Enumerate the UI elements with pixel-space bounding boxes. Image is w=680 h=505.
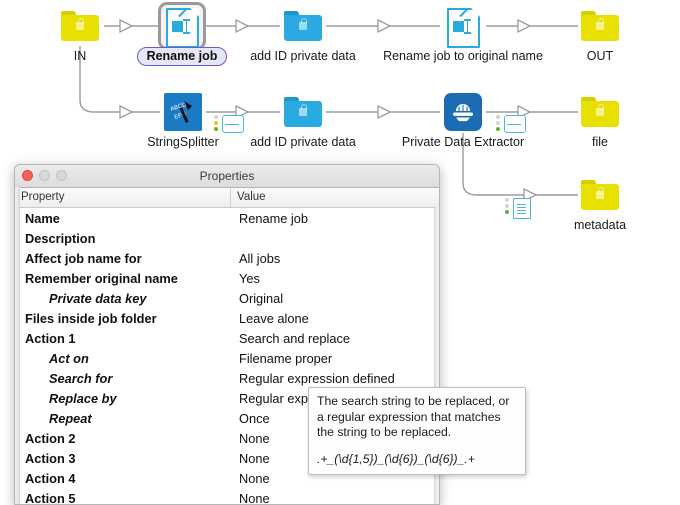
table-header: Property Value [15, 188, 439, 208]
blue-locked-folder-icon [284, 7, 322, 45]
property-value[interactable]: Filename proper [231, 351, 439, 366]
table-row[interactable]: Remember original name Yes [15, 268, 439, 288]
table-row[interactable]: Act on Filename proper [15, 348, 439, 368]
property-name: Files inside job folder [25, 310, 157, 326]
property-value[interactable]: Yes [231, 271, 439, 286]
window-titlebar[interactable]: Properties [15, 165, 439, 188]
page-icon [513, 198, 531, 219]
drive-icon [222, 115, 244, 133]
property-name: Replace by [49, 390, 117, 406]
property-name: Action 2 [25, 430, 76, 446]
property-name: Action 5 [25, 490, 76, 505]
node-label: file [592, 135, 608, 149]
node-label: OUT [586, 49, 614, 63]
tooltip-regex: .+_(\d{1,5})_(\d{6})_(\d{6})_.+ [317, 451, 475, 466]
window-controls[interactable] [22, 170, 67, 181]
property-value[interactable]: Rename job [231, 211, 439, 226]
table-row[interactable]: Description [15, 228, 439, 248]
status-dots [505, 198, 510, 216]
yellow-locked-folder-icon [581, 93, 619, 131]
property-name: Repeat [49, 410, 92, 426]
connector-status-extractor[interactable] [496, 114, 530, 134]
yellow-locked-folder-icon [581, 7, 619, 45]
property-value[interactable]: Regular expression defined [231, 371, 439, 386]
minimize-button[interactable] [39, 170, 50, 181]
maximize-button[interactable] [56, 170, 67, 181]
table-row[interactable]: Affect job name for All jobs [15, 248, 439, 268]
column-header-property[interactable]: Property [15, 188, 231, 207]
private-data-extractor-icon [444, 93, 482, 131]
table-row[interactable]: Files inside job folder Leave alone [15, 308, 439, 328]
property-name: Act on [49, 350, 89, 366]
property-name: Action 3 [25, 450, 76, 466]
table-row[interactable]: Action 1 Search and replace [15, 328, 439, 348]
table-row[interactable]: Private data key Original [15, 288, 439, 308]
property-name: Affect job name for [25, 250, 142, 266]
connector-status-stringsplitter[interactable] [214, 114, 248, 134]
rename-document-icon [163, 7, 201, 48]
stringsplitter-app-icon: ABCD EFG [164, 93, 202, 131]
property-name: Action 1 [25, 330, 76, 346]
property-name: Private data key [49, 290, 147, 306]
table-row[interactable]: Action 5 None [15, 488, 439, 505]
table-row[interactable]: Name Rename job [15, 208, 439, 228]
property-name: Description [25, 230, 96, 246]
tooltip: The search string to be replaced, or a r… [308, 387, 526, 475]
column-header-value[interactable]: Value [231, 188, 439, 207]
rename-document-icon [444, 7, 482, 48]
blue-locked-folder-icon [284, 93, 322, 131]
close-button[interactable] [22, 170, 33, 181]
tooltip-text: The search string to be replaced, or a r… [317, 394, 510, 439]
status-dots [496, 115, 501, 133]
property-value[interactable]: All jobs [231, 251, 439, 266]
connector-status-metadata[interactable] [505, 197, 539, 219]
property-value[interactable]: None [231, 491, 439, 505]
drive-icon [504, 115, 526, 133]
table-row[interactable]: Search for Regular expression defined [15, 368, 439, 388]
property-name: Name [25, 210, 60, 226]
window-title: Properties [199, 169, 255, 183]
yellow-locked-folder-icon [61, 7, 99, 45]
property-name: Action 4 [25, 470, 76, 486]
property-value[interactable]: Leave alone [231, 311, 439, 326]
node-label: metadata [573, 218, 627, 232]
status-dots [214, 115, 219, 133]
property-name: Search for [49, 370, 113, 386]
property-value[interactable]: Original [231, 291, 439, 306]
property-value[interactable]: Search and replace [231, 331, 439, 346]
property-name: Remember original name [25, 270, 178, 286]
yellow-locked-folder-icon [581, 176, 619, 214]
